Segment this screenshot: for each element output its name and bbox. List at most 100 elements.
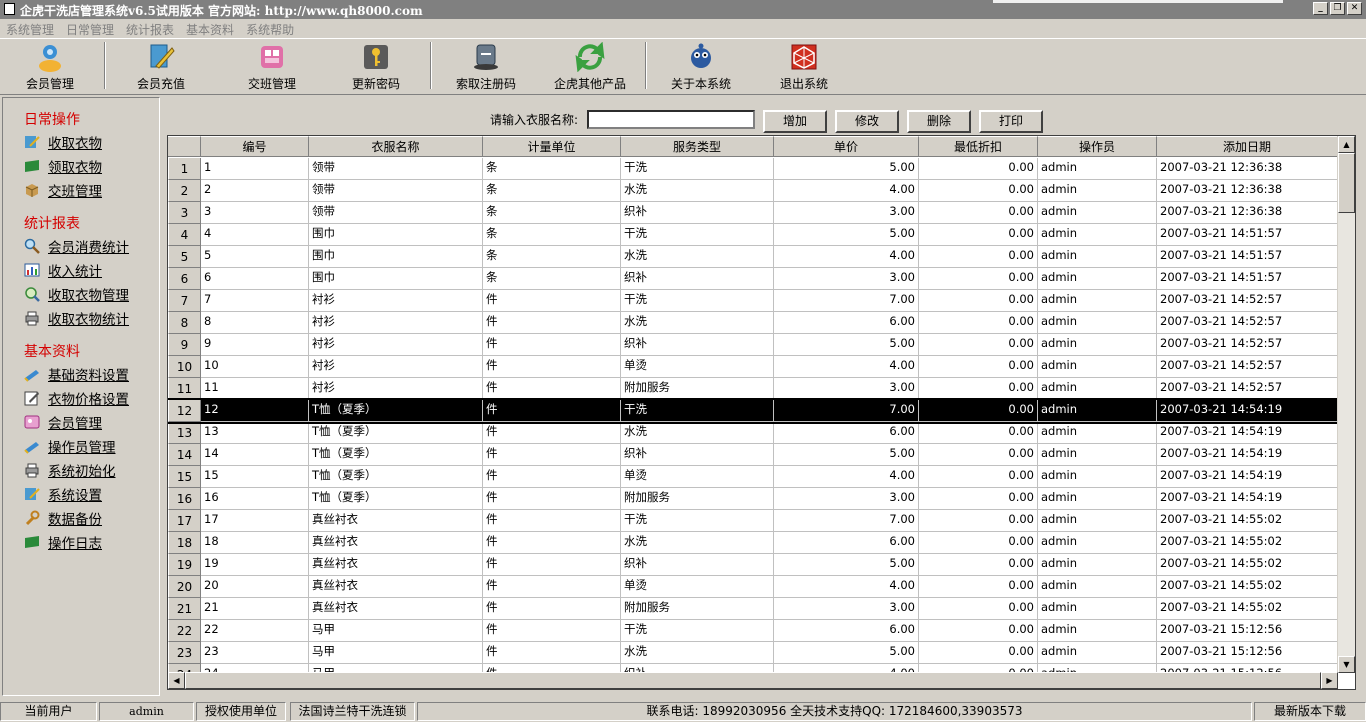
sidebar-item-receive-stats[interactable]: 收取衣物统计 [24, 308, 129, 328]
scroll-down-button[interactable]: ▼ [1338, 656, 1355, 673]
row-number[interactable]: 11 [168, 378, 201, 400]
table-row[interactable]: 20 20 真丝衬衣件单烫 4.00 0.00 admin 2007-03-21 14:55… [168, 576, 1338, 598]
sidebar-item-operation-log[interactable]: 操作日志 [24, 532, 102, 552]
minimize-button[interactable]: _ [1313, 2, 1328, 15]
column-header[interactable]: 添加日期 [1157, 136, 1338, 157]
table-row[interactable]: 8 8 衬衫件水洗 6.00 0.00 admin 2007-03-21 14:52:57 [168, 312, 1338, 334]
row-number[interactable]: 13 [168, 422, 201, 444]
menu-reports[interactable]: 统计报表 [120, 19, 180, 38]
sidebar-item-shift[interactable]: 交班管理 [24, 180, 102, 200]
table-row[interactable]: 14 14 T恤（夏季）件织补 5.00 0.00 admin 2007-03-21 14:… [168, 444, 1338, 466]
delete-button[interactable]: 删除 [907, 110, 971, 133]
edit-button[interactable]: 修改 [835, 110, 899, 133]
column-header[interactable]: 单价 [774, 136, 919, 157]
sidebar-item-receive-clothes[interactable]: 收取衣物 [24, 132, 102, 152]
toolbar-about-button[interactable]: 关于本系统 [651, 41, 751, 91]
row-number[interactable]: 14 [168, 444, 201, 466]
toolbar-register-button[interactable]: 索取注册码 [436, 41, 536, 91]
row-number[interactable]: 15 [168, 466, 201, 488]
column-header[interactable]: 衣服名称 [309, 136, 483, 157]
close-button[interactable]: ✕ [1347, 2, 1362, 15]
vertical-scroll-thumb[interactable] [1338, 153, 1355, 213]
sidebar-item-member-consumption[interactable]: 会员消费统计 [24, 236, 129, 256]
sidebar-item-price-settings[interactable]: 衣物价格设置 [24, 388, 129, 408]
table-row[interactable]: 11 11 衬衫件附加服务 3.00 0.00 admin 2007-03-21 14:52… [168, 378, 1338, 400]
table-row[interactable]: 22 22 马甲件干洗 6.00 0.00 admin 2007-03-21 15:12:5… [168, 620, 1338, 642]
column-header[interactable]: 计量单位 [483, 136, 621, 157]
latest-version-download[interactable]: 最新版本下载 [1254, 702, 1366, 721]
row-number[interactable]: 5 [168, 246, 201, 268]
sidebar-item-basic-settings[interactable]: 基础资料设置 [24, 364, 129, 384]
table-row[interactable]: 9 9 衬衫件织补 5.00 0.00 admin 2007-03-21 14:52:57 [168, 334, 1338, 356]
toolbar-recharge-button[interactable]: 会员充值 [111, 41, 211, 91]
row-number[interactable]: 21 [168, 598, 201, 620]
app-icon[interactable] [4, 3, 15, 15]
row-number[interactable]: 17 [168, 510, 201, 532]
table-row[interactable]: 7 7 衬衫件干洗 7.00 0.00 admin 2007-03-21 14:52:57 [168, 290, 1338, 312]
scroll-left-button[interactable]: ◀ [168, 672, 185, 689]
menu-daily[interactable]: 日常管理 [60, 19, 120, 38]
column-header[interactable]: 服务类型 [621, 136, 774, 157]
menu-help[interactable]: 系统帮助 [240, 19, 300, 38]
column-header[interactable]: 编号 [201, 136, 309, 157]
scroll-right-button[interactable]: ▶ [1321, 672, 1338, 689]
row-number[interactable]: 23 [168, 642, 201, 664]
sidebar-item-system-settings[interactable]: 系统设置 [24, 484, 102, 504]
table-row[interactable]: 10 10 衬衫件单烫 4.00 0.00 admin 2007-03-21 14:52:5… [168, 356, 1338, 378]
toolbar-products-button[interactable]: 企虎其他产品 [540, 41, 640, 91]
row-number[interactable]: 7 [168, 290, 201, 312]
table-row[interactable]: 16 16 T恤（夏季）件附加服务 3.00 0.00 admin 2007-03-21 1… [168, 488, 1338, 510]
sidebar-item-receive-manage[interactable]: 收取衣物管理 [24, 284, 129, 304]
table-row[interactable]: 21 21 真丝衬衣件附加服务 3.00 0.00 admin 2007-03-21 14:… [168, 598, 1338, 620]
horizontal-scroll-thumb[interactable] [185, 672, 1321, 689]
sidebar-item-system-init[interactable]: 系统初始化 [24, 460, 116, 480]
row-number[interactable]: 20 [168, 576, 201, 598]
table-row[interactable]: 13 13 T恤（夏季）件水洗 6.00 0.00 admin 2007-03-21 14:… [168, 422, 1338, 444]
row-number[interactable]: 12 [168, 400, 201, 422]
toolbar-shift-button[interactable]: 交班管理 [222, 41, 322, 91]
table-row[interactable]: 6 6 围巾条织补 3.00 0.00 admin 2007-03-21 14:51:57 [168, 268, 1338, 290]
sidebar-item-operator-manage[interactable]: 操作员管理 [24, 436, 116, 456]
column-header[interactable]: 操作员 [1038, 136, 1157, 157]
table-row[interactable]: 4 4 围巾条干洗 5.00 0.00 admin 2007-03-21 14:51:57 [168, 224, 1338, 246]
print-button[interactable]: 打印 [979, 110, 1043, 133]
table-row[interactable]: 15 15 T恤（夏季）件单烫 4.00 0.00 admin 2007-03-21 14:… [168, 466, 1338, 488]
table-row[interactable]: 2 2 领带条水洗 4.00 0.00 admin 2007-03-21 12:36:38 [168, 180, 1338, 202]
row-number[interactable]: 4 [168, 224, 201, 246]
row-number[interactable]: 18 [168, 532, 201, 554]
table-row[interactable]: 23 23 马甲件水洗 5.00 0.00 admin 2007-03-21 15:12:5… [168, 642, 1338, 664]
row-number[interactable]: 1 [168, 158, 201, 180]
table-row[interactable]: 1 1 领带条干洗 5.00 0.00 admin 2007-03-21 12:36:38 [168, 158, 1338, 180]
row-number[interactable]: 8 [168, 312, 201, 334]
add-button[interactable]: 增加 [763, 110, 827, 133]
sidebar-item-member-manage[interactable]: 会员管理 [24, 412, 102, 432]
row-number[interactable]: 2 [168, 180, 201, 202]
sidebar-item-pickup-clothes[interactable]: 领取衣物 [24, 156, 102, 176]
toolbar-exit-button[interactable]: 退出系统 [754, 41, 854, 91]
table-row[interactable]: 3 3 领带条织补 3.00 0.00 admin 2007-03-21 12:36:38 [168, 202, 1338, 224]
row-number[interactable]: 10 [168, 356, 201, 378]
row-number[interactable]: 22 [168, 620, 201, 642]
sidebar-item-income[interactable]: 收入统计 [24, 260, 102, 280]
column-header[interactable]: 最低折扣 [919, 136, 1038, 157]
vertical-scrollbar[interactable]: ▲ ▼ [1337, 136, 1355, 673]
row-number[interactable]: 19 [168, 554, 201, 576]
restore-button[interactable]: ❐ [1330, 2, 1345, 15]
sidebar-item-backup[interactable]: 数据备份 [24, 508, 102, 528]
toolbar-member-button[interactable]: 会员管理 [0, 41, 100, 91]
horizontal-scrollbar[interactable]: ◀ ▶ [168, 672, 1338, 689]
table-row[interactable]: 18 18 真丝衬衣件水洗 6.00 0.00 admin 2007-03-21 14:55… [168, 532, 1338, 554]
table-row[interactable]: 5 5 围巾条水洗 4.00 0.00 admin 2007-03-21 14:51:57 [168, 246, 1338, 268]
toolbar-password-button[interactable]: 更新密码 [326, 41, 426, 91]
clothes-name-input[interactable] [587, 110, 755, 129]
row-number[interactable]: 6 [168, 268, 201, 290]
menu-system[interactable]: 系统管理 [0, 19, 60, 38]
table-row[interactable]: 12 12 T恤（夏季）件干洗 7.00 0.00 admin 2007-03-21 14:… [168, 398, 1338, 424]
row-number[interactable]: 3 [168, 202, 201, 224]
row-number[interactable]: 9 [168, 334, 201, 356]
menu-basic[interactable]: 基本资料 [180, 19, 240, 38]
table-row[interactable]: 17 17 真丝衬衣件干洗 7.00 0.00 admin 2007-03-21 14:55… [168, 510, 1338, 532]
row-number[interactable]: 16 [168, 488, 201, 510]
table-row[interactable]: 19 19 真丝衬衣件织补 5.00 0.00 admin 2007-03-21 14:55… [168, 554, 1338, 576]
scroll-up-button[interactable]: ▲ [1338, 136, 1355, 153]
